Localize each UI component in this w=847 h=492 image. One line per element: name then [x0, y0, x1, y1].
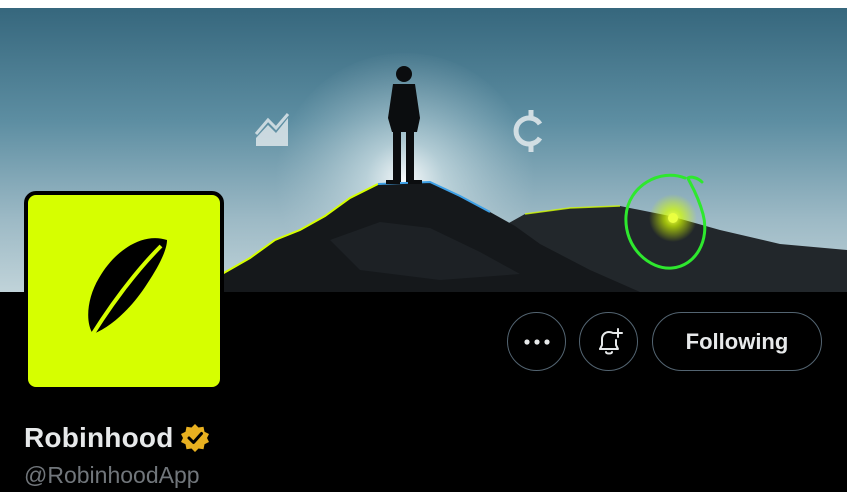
verified-badge-icon[interactable]	[180, 423, 210, 453]
profile-handle: @RobinhoodApp	[24, 462, 200, 488]
chart-icon	[254, 113, 290, 146]
more-dots-icon	[523, 338, 550, 345]
name-row: Robinhood	[24, 418, 210, 458]
top-strip	[0, 0, 847, 8]
feather-logo-icon	[81, 238, 167, 352]
profile-avatar[interactable]	[24, 191, 224, 391]
following-label: Following	[685, 328, 789, 354]
profile-page: Following Robinhood @RobinhoodApp	[0, 0, 847, 492]
display-name: Robinhood	[24, 422, 174, 453]
more-options-button[interactable]	[507, 312, 566, 371]
notifications-button[interactable]	[579, 312, 638, 371]
following-button[interactable]: Following	[652, 312, 822, 371]
bell-plus-icon	[598, 327, 623, 354]
